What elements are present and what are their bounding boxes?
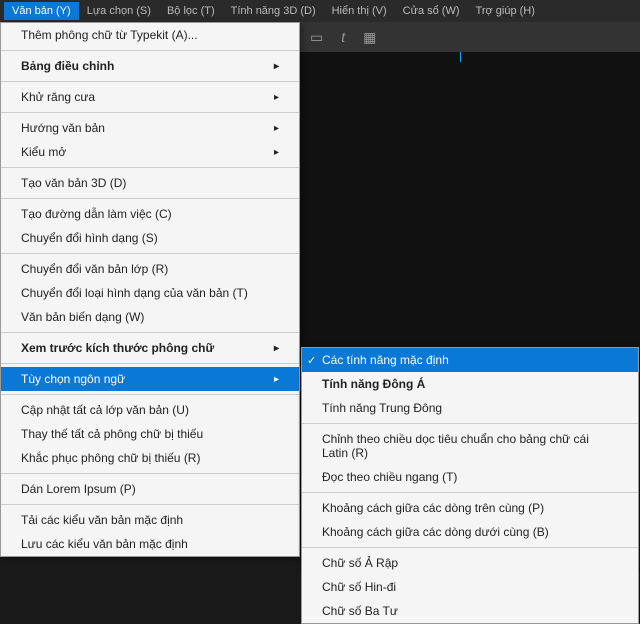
submenu-item-0[interactable]: ✓ Các tính năng mặc định: [302, 348, 638, 372]
folder-icon[interactable]: ▦: [363, 29, 376, 46]
guide-line: [460, 52, 461, 62]
menu-item-label: Bảng điều chỉnh: [21, 59, 114, 73]
menu-item-29[interactable]: Lưu các kiểu văn bản mặc định: [1, 532, 299, 556]
menubar-item-2[interactable]: Bộ lọc (T): [159, 2, 223, 20]
submenu-item-label: Khoảng cách giữa các dòng trên cùng (P): [322, 501, 544, 515]
menu-separator: [302, 547, 638, 548]
submenu-item-label: Đọc theo chiều ngang (T): [322, 470, 457, 484]
menu-item-label: Tùy chọn ngôn ngữ: [21, 372, 125, 386]
menu-item-22[interactable]: Cập nhật tất cả lớp văn bản (U): [1, 398, 299, 422]
menu-item-18[interactable]: Xem trước kích thước phông chữ ▸: [1, 336, 299, 360]
menu-separator: [1, 198, 299, 199]
menu-separator: [1, 81, 299, 82]
submenu-item-label: Các tính năng mặc định: [322, 353, 449, 367]
menu-item-label: Chuyển đổi loại hình dạng của văn bản (T…: [21, 286, 248, 300]
text-menu-dropdown: Thêm phông chữ từ Typekit (A)... Bảng điề…: [0, 22, 300, 557]
menu-item-label: Lưu các kiểu văn bản mặc định: [21, 537, 188, 551]
menu-item-label: Xem trước kích thước phông chữ: [21, 341, 214, 355]
submenu-item-label: Chữ số Hin-đi: [322, 580, 396, 594]
menu-separator: [1, 394, 299, 395]
menubar-item-4[interactable]: Hiển thị (V): [324, 2, 395, 20]
menu-item-label: Thêm phông chữ từ Typekit (A)...: [21, 28, 198, 42]
menu-item-label: Thay thế tất cả phông chữ bị thiếu: [21, 427, 203, 441]
submenu-item-1[interactable]: Tính năng Đông Á: [302, 372, 638, 396]
menu-item-28[interactable]: Tải các kiểu văn bản mặc định: [1, 508, 299, 532]
menu-item-6[interactable]: Hướng văn bản ▸: [1, 116, 299, 140]
menu-item-label: Cập nhật tất cả lớp văn bản (U): [21, 403, 189, 417]
submenu-item-label: Tính năng Đông Á: [322, 377, 425, 391]
menu-separator: [1, 504, 299, 505]
menu-item-7[interactable]: Kiểu mở ▸: [1, 140, 299, 164]
chevron-right-icon: ▸: [274, 147, 279, 158]
menu-item-label: Khắc phục phông chữ bị thiếu (R): [21, 451, 200, 465]
menu-item-9[interactable]: Tạo văn bản 3D (D): [1, 171, 299, 195]
menu-item-label: Khử răng cưa: [21, 90, 95, 104]
check-icon: ✓: [307, 354, 316, 367]
submenu-item-12[interactable]: Chữ số Ba Tư: [302, 599, 638, 623]
submenu-item-label: Khoảng cách giữa các dòng dưới cùng (B): [322, 525, 549, 539]
menu-separator: [1, 473, 299, 474]
submenu-item-5[interactable]: Đọc theo chiều ngang (T): [302, 465, 638, 489]
chevron-right-icon: ▸: [274, 343, 279, 354]
menu-item-16[interactable]: Văn bản biến dạng (W): [1, 305, 299, 329]
menu-separator: [1, 253, 299, 254]
menu-separator: [302, 492, 638, 493]
menu-separator: [1, 332, 299, 333]
menu-separator: [1, 50, 299, 51]
menubar-item-1[interactable]: Lựa chọn (S): [79, 2, 159, 20]
toolbar: ▭ t ▦: [300, 22, 640, 52]
menubar: Văn bản (Y)Lựa chọn (S)Bộ lọc (T)Tính nă…: [0, 0, 640, 22]
menu-item-24[interactable]: Khắc phục phông chữ bị thiếu (R): [1, 446, 299, 470]
submenu-item-11[interactable]: Chữ số Hin-đi: [302, 575, 638, 599]
menu-item-label: Dán Lorem Ipsum (P): [21, 482, 136, 496]
submenu-item-10[interactable]: Chữ số Ả Rập: [302, 551, 638, 575]
menubar-item-0[interactable]: Văn bản (Y): [4, 2, 79, 20]
menu-item-label: Văn bản biến dạng (W): [21, 310, 144, 324]
submenu-item-4[interactable]: Chỉnh theo chiều dọc tiêu chuẩn cho bảng…: [302, 427, 638, 465]
menu-separator: [302, 423, 638, 424]
chevron-right-icon: ▸: [274, 61, 279, 72]
submenu-item-8[interactable]: Khoảng cách giữa các dòng dưới cùng (B): [302, 520, 638, 544]
menu-item-15[interactable]: Chuyển đổi loại hình dạng của văn bản (T…: [1, 281, 299, 305]
submenu-item-label: Tính năng Trung Đông: [322, 401, 442, 415]
menu-item-11[interactable]: Tạo đường dẫn làm việc (C): [1, 202, 299, 226]
submenu-item-7[interactable]: Khoảng cách giữa các dòng trên cùng (P): [302, 496, 638, 520]
menu-item-23[interactable]: Thay thế tất cả phông chữ bị thiếu: [1, 422, 299, 446]
language-options-submenu: ✓ Các tính năng mặc định Tính năng Đông Á T…: [301, 347, 639, 624]
menu-item-label: Chuyển đổi văn bản lớp (R): [21, 262, 168, 276]
menu-item-12[interactable]: Chuyển đổi hình dạng (S): [1, 226, 299, 250]
menu-item-14[interactable]: Chuyển đổi văn bản lớp (R): [1, 257, 299, 281]
menu-separator: [1, 112, 299, 113]
menu-item-0[interactable]: Thêm phông chữ từ Typekit (A)...: [1, 23, 299, 47]
menu-separator: [1, 167, 299, 168]
submenu-item-label: Chữ số Ả Rập: [322, 556, 398, 570]
menu-item-4[interactable]: Khử răng cưa ▸: [1, 85, 299, 109]
menubar-item-5[interactable]: Cửa sổ (W): [395, 2, 468, 20]
document-icon[interactable]: ▭: [310, 29, 323, 46]
menu-item-label: Kiểu mở: [21, 145, 66, 159]
menu-item-label: Chuyển đổi hình dạng (S): [21, 231, 158, 245]
menu-item-26[interactable]: Dán Lorem Ipsum (P): [1, 477, 299, 501]
menu-item-label: Tải các kiểu văn bản mặc định: [21, 513, 183, 527]
menu-item-label: Hướng văn bản: [21, 121, 105, 135]
menu-separator: [1, 363, 299, 364]
chevron-right-icon: ▸: [274, 374, 279, 385]
submenu-item-label: Chữ số Ba Tư: [322, 604, 398, 618]
menu-item-label: Tạo đường dẫn làm việc (C): [21, 207, 172, 221]
menu-item-20[interactable]: Tùy chọn ngôn ngữ ▸: [1, 367, 299, 391]
submenu-item-label: Chỉnh theo chiều dọc tiêu chuẩn cho bảng…: [322, 432, 618, 460]
menubar-item-3[interactable]: Tính năng 3D (D): [223, 2, 324, 20]
menu-item-2[interactable]: Bảng điều chỉnh ▸: [1, 54, 299, 78]
chevron-right-icon: ▸: [274, 123, 279, 134]
submenu-item-2[interactable]: Tính năng Trung Đông: [302, 396, 638, 420]
menu-item-label: Tạo văn bản 3D (D): [21, 176, 126, 190]
menubar-item-6[interactable]: Trợ giúp (H): [468, 2, 543, 20]
chevron-right-icon: ▸: [274, 92, 279, 103]
text-icon[interactable]: t: [341, 29, 345, 45]
